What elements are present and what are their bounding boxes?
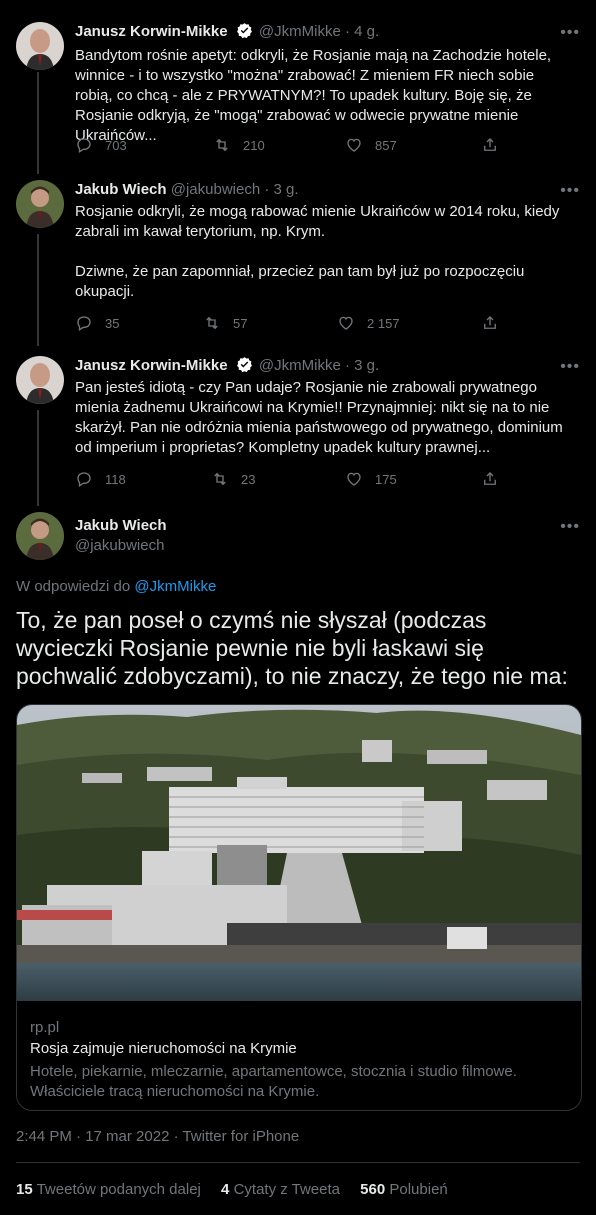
retweet-count: 210 bbox=[243, 137, 265, 153]
more-icon[interactable]: ••• bbox=[560, 358, 580, 376]
reply-to-link[interactable]: @JkmMikke bbox=[134, 578, 216, 595]
tweet-actions: 118 23 175 bbox=[75, 470, 505, 490]
avatar[interactable] bbox=[16, 180, 64, 228]
more-icon[interactable]: ••• bbox=[560, 182, 580, 200]
likes-label: Polubień bbox=[389, 1181, 448, 1198]
share-icon bbox=[484, 316, 496, 329]
retweets-label: Tweetów podanych dalej bbox=[36, 1181, 201, 1198]
reply-count: 703 bbox=[105, 137, 127, 153]
main-tweet-header: Jakub Wiech @jakubwiech ••• bbox=[0, 512, 596, 562]
tweet[interactable]: Janusz Korwin-Mikke @JkmMikke · 3 g. •••… bbox=[0, 356, 596, 496]
retweet-icon bbox=[206, 316, 218, 330]
like-count: 2 157 bbox=[367, 315, 400, 331]
tweet-header: Janusz Korwin-Mikke @JkmMikke · 4 g. bbox=[75, 22, 379, 45]
like-count: 175 bbox=[375, 471, 397, 487]
avatar[interactable] bbox=[16, 22, 64, 70]
card-title: Rosja zajmuje nieruchomości na Krymie bbox=[30, 1040, 297, 1057]
avatar[interactable] bbox=[16, 512, 64, 560]
retweets-stat[interactable]: 15 Tweetów podanych dalej bbox=[16, 1181, 201, 1198]
quotes-label: Cytaty z Tweeta bbox=[233, 1181, 340, 1198]
more-icon[interactable]: ••• bbox=[560, 518, 580, 536]
reply-button[interactable]: 118 bbox=[75, 470, 126, 488]
tweet-text: Bandytom rośnie apetyt: odkryli, że Rosj… bbox=[75, 47, 552, 144]
like-icon bbox=[339, 316, 353, 330]
verified-icon bbox=[236, 22, 253, 45]
tweet-header: Janusz Korwin-Mikke @JkmMikke · 3 g. bbox=[75, 356, 379, 379]
like-icon bbox=[347, 138, 361, 152]
display-name[interactable]: Janusz Korwin-Mikke bbox=[75, 357, 228, 374]
divider bbox=[16, 1162, 580, 1163]
timestamp[interactable]: · 3 g. bbox=[264, 181, 298, 198]
retweet-icon bbox=[216, 138, 228, 152]
reply-count: 118 bbox=[105, 471, 126, 487]
like-button[interactable]: 857 bbox=[345, 136, 397, 154]
link-card[interactable]: rp.pl Rosja zajmuje nieruchomości na Kry… bbox=[16, 704, 582, 1111]
share-button[interactable] bbox=[481, 470, 499, 488]
like-button[interactable]: 2 157 bbox=[337, 314, 400, 332]
verified-icon bbox=[236, 356, 253, 379]
retweet-button[interactable]: 57 bbox=[203, 314, 247, 332]
display-name[interactable]: Jakub Wiech bbox=[75, 516, 167, 536]
tweet-text: Rosjanie odkryli, że mogą rabować mienie… bbox=[75, 203, 560, 240]
share-button[interactable] bbox=[481, 136, 499, 154]
reply-count: 35 bbox=[105, 315, 120, 331]
tweet-text: Pan jesteś idiotą - czy Pan udaje? Rosja… bbox=[75, 379, 563, 456]
retweet-count: 23 bbox=[241, 471, 256, 487]
reply-icon bbox=[77, 316, 91, 331]
tweet-meta[interactable]: 2:44 PM · 17 mar 2022 · Twitter for iPho… bbox=[16, 1128, 299, 1145]
handle[interactable]: @jakubwiech bbox=[171, 181, 260, 198]
tweet-header: Jakub Wiech @jakubwiech · 3 g. bbox=[75, 180, 299, 200]
display-name[interactable]: Janusz Korwin-Mikke bbox=[75, 23, 228, 40]
more-icon[interactable]: ••• bbox=[560, 24, 580, 42]
reply-button[interactable]: 35 bbox=[75, 314, 119, 332]
card-description: Hotele, piekarnie, mleczarnie, apartamen… bbox=[30, 1063, 517, 1100]
card-image bbox=[17, 705, 581, 1001]
timestamp[interactable]: · 4 g. bbox=[345, 23, 379, 40]
retweet-button[interactable]: 23 bbox=[211, 470, 255, 488]
display-name[interactable]: Jakub Wiech bbox=[75, 181, 167, 198]
reply-context: W odpowiedzi do @JkmMikke bbox=[16, 578, 216, 595]
retweet-button[interactable]: 210 bbox=[213, 136, 265, 154]
retweet-count: 57 bbox=[233, 315, 248, 331]
share-icon bbox=[484, 472, 496, 485]
handle[interactable]: @JkmMikke bbox=[259, 23, 341, 40]
reply-icon bbox=[77, 472, 91, 487]
share-button[interactable] bbox=[481, 314, 499, 332]
retweet-icon bbox=[214, 472, 226, 486]
reply-icon bbox=[77, 138, 91, 153]
likes-stat[interactable]: 560 Polubień bbox=[360, 1181, 448, 1198]
like-icon bbox=[347, 472, 361, 486]
avatar[interactable] bbox=[16, 356, 64, 404]
tweet[interactable]: Janusz Korwin-Mikke @JkmMikke · 4 g. •••… bbox=[0, 22, 596, 162]
main-tweet-text: To, że pan poseł o czymś nie słyszał (po… bbox=[16, 607, 568, 689]
quotes-count: 4 bbox=[221, 1181, 230, 1198]
retweets-count: 15 bbox=[16, 1181, 33, 1198]
tweet-actions: 35 57 2 157 bbox=[75, 314, 505, 334]
like-count: 857 bbox=[375, 137, 397, 153]
tweet-actions: 703 210 857 bbox=[75, 136, 505, 156]
share-icon bbox=[484, 138, 496, 151]
tweet-text: Dziwne, że pan zapomniał, przecież pan t… bbox=[75, 263, 525, 300]
reply-prefix: W odpowiedzi do bbox=[16, 578, 135, 595]
handle[interactable]: @JkmMikke bbox=[259, 357, 341, 374]
tweet[interactable]: Jakub Wiech @jakubwiech · 3 g. ••• Rosja… bbox=[0, 180, 596, 340]
timestamp[interactable]: · 3 g. bbox=[345, 357, 379, 374]
tweet-stats: 15 Tweetów podanych dalej 4 Cytaty z Twe… bbox=[16, 1181, 464, 1198]
quotes-stat[interactable]: 4 Cytaty z Tweeta bbox=[221, 1181, 340, 1198]
handle[interactable]: @jakubwiech bbox=[75, 536, 167, 556]
likes-count: 560 bbox=[360, 1181, 386, 1198]
reply-button[interactable]: 703 bbox=[75, 136, 127, 154]
author-block: Jakub Wiech @jakubwiech bbox=[75, 516, 167, 556]
like-button[interactable]: 175 bbox=[345, 470, 397, 488]
card-domain: rp.pl bbox=[30, 1019, 60, 1036]
